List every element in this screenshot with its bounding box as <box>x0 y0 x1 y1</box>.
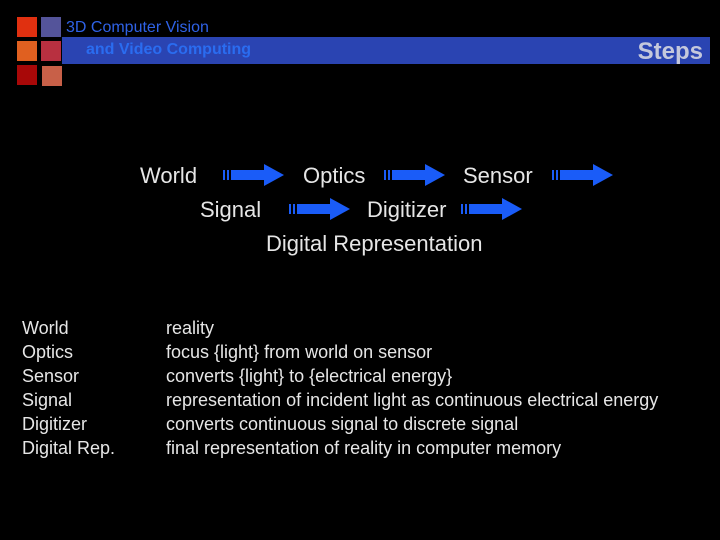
logo-square <box>17 41 37 61</box>
slide-title: Steps <box>637 38 703 65</box>
flow-sensor: Sensor <box>463 163 533 188</box>
flow-digitizer: Digitizer <box>367 197 447 222</box>
logo-square <box>41 41 61 61</box>
arrow-right-icon <box>223 164 284 186</box>
definition-term: Digitizer <box>22 414 88 434</box>
definition-description: converts {light} to {electrical energy} <box>166 366 453 386</box>
definition-description: final representation of reality in compu… <box>166 438 562 458</box>
definition-description: converts continuous signal to discrete s… <box>166 414 519 434</box>
arrow-right-icon <box>461 198 522 220</box>
arrow-right-icon <box>552 164 613 186</box>
course-subtitle: and Video Computing <box>86 41 252 58</box>
definition-description: representation of incident light as cont… <box>166 390 659 410</box>
logo-square <box>41 17 61 37</box>
definition-description: focus {light} from world on sensor <box>166 342 433 362</box>
definition-term: Optics <box>22 342 74 362</box>
logo-square <box>17 17 37 37</box>
flow-digital-representation: Digital Representation <box>266 231 483 256</box>
definition-description: reality <box>166 318 215 338</box>
definition-term: Digital Rep. <box>22 438 116 458</box>
flow-world: World <box>140 163 198 188</box>
course-title: 3D Computer Vision <box>66 19 209 36</box>
flow-signal: Signal <box>200 197 262 222</box>
arrow-right-icon <box>384 164 445 186</box>
arrow-right-icon <box>289 198 350 220</box>
definition-term: Sensor <box>22 366 80 386</box>
flow-optics: Optics <box>303 163 366 188</box>
definition-term: Signal <box>22 390 73 410</box>
definition-term: World <box>22 318 69 338</box>
logo-square <box>42 66 62 86</box>
logo-square <box>17 65 37 85</box>
